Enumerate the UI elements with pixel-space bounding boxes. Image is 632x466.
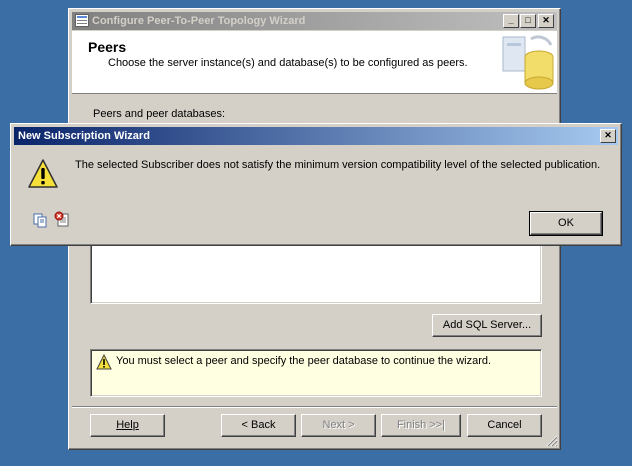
wizard-title: Configure Peer-To-Peer Topology Wizard [92, 15, 306, 27]
dialog-close-button[interactable]: ✕ [600, 129, 616, 143]
warning-text: You must select a peer and specify the p… [116, 355, 492, 367]
finish-button[interactable]: Finish >>| [381, 414, 461, 437]
dialog-message: The selected Subscriber does not satisfy… [75, 159, 601, 171]
wizard-titlebar[interactable]: Configure Peer-To-Peer Topology Wizard _… [72, 12, 557, 30]
message-dialog: New Subscription Wizard ✕ The selected S… [10, 123, 622, 246]
cancel-button[interactable]: Cancel [467, 414, 542, 437]
ok-button[interactable]: OK [529, 211, 603, 236]
close-button[interactable]: ✕ [538, 14, 554, 28]
wizard-app-icon [75, 14, 89, 27]
resize-grip-icon[interactable] [546, 435, 558, 447]
maximize-button[interactable]: □ [520, 14, 536, 28]
footer-separator [72, 406, 557, 408]
warning-icon [96, 354, 112, 370]
back-button[interactable]: < Back [221, 414, 296, 437]
page-title: Peers [88, 39, 127, 55]
add-sql-server-button[interactable]: Add SQL Server... [432, 314, 542, 337]
minimize-button[interactable]: _ [503, 14, 519, 28]
copy-message-icon[interactable] [32, 212, 48, 228]
warning-icon [28, 159, 58, 188]
wizard-header: Peers Choose the server instance(s) and … [72, 31, 557, 94]
section-label: Peers and peer databases: [93, 108, 226, 120]
page-subtitle: Choose the server instance(s) and databa… [108, 57, 468, 69]
next-button[interactable]: Next > [301, 414, 376, 437]
help-button[interactable]: Help [90, 414, 165, 437]
dialog-title: New Subscription Wizard [18, 130, 150, 142]
show-details-icon[interactable] [54, 211, 70, 227]
dialog-titlebar[interactable]: New Subscription Wizard ✕ [14, 127, 618, 145]
warning-panel: You must select a peer and specify the p… [90, 349, 542, 397]
database-graphic-icon [502, 35, 554, 90]
